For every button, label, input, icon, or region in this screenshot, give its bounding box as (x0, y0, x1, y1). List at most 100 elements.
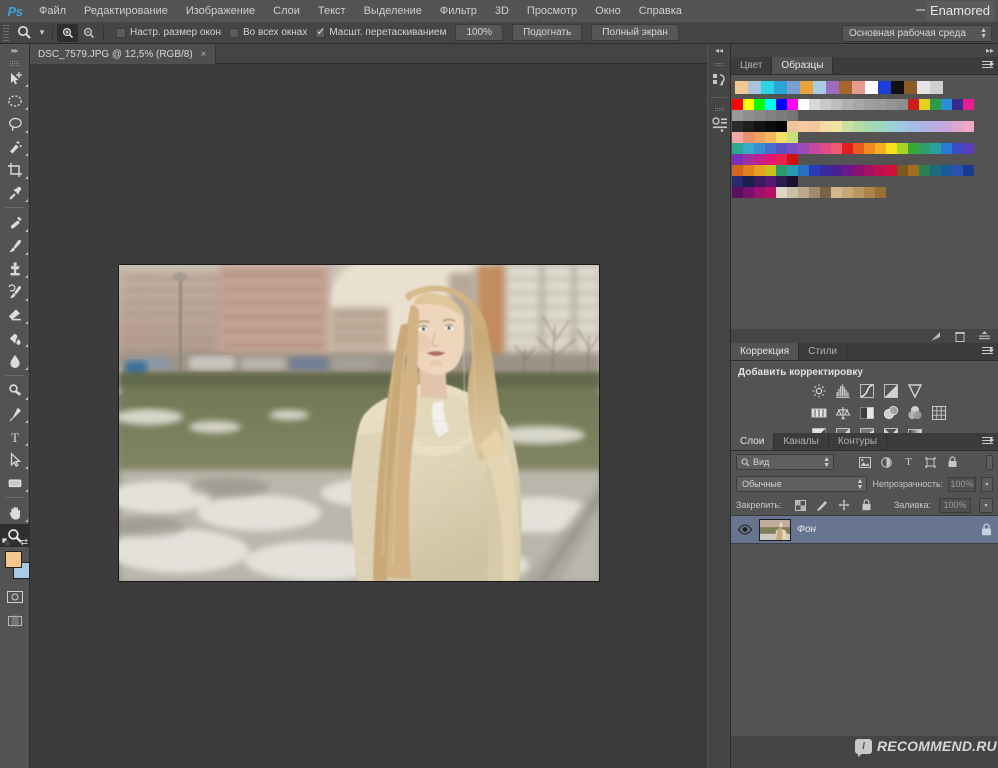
properties-panel-icon[interactable] (708, 112, 731, 138)
swatch[interactable] (765, 165, 776, 176)
swatch[interactable] (886, 143, 897, 154)
swatch[interactable] (787, 165, 798, 176)
type-layer-icon[interactable]: T (902, 455, 915, 469)
gradient-tool[interactable] (0, 326, 30, 349)
tool-flyout-triangle-icon[interactable] (25, 321, 28, 324)
tools-collapse-button[interactable]: ▸▸ (0, 44, 29, 56)
swatch[interactable] (886, 121, 897, 132)
swatch[interactable] (754, 176, 765, 187)
swatch[interactable] (732, 176, 743, 187)
default-colors-icon[interactable] (2, 538, 11, 547)
swatch[interactable] (743, 121, 754, 132)
swatch[interactable] (930, 165, 941, 176)
document-image[interactable] (118, 264, 600, 582)
tool-flyout-triangle-icon[interactable] (25, 199, 28, 202)
swatch[interactable] (754, 187, 765, 198)
canvas-area[interactable] (30, 64, 707, 768)
menu-item-изображение[interactable]: Изображение (177, 0, 264, 22)
menu-item-3d[interactable]: 3D (486, 0, 518, 22)
swatch[interactable] (776, 154, 787, 165)
photo-filter-icon[interactable] (881, 404, 901, 422)
recent-swatch[interactable] (839, 81, 852, 94)
brightness-contrast-icon[interactable] (809, 382, 829, 400)
swatch[interactable] (919, 165, 930, 176)
swatch[interactable] (831, 99, 842, 110)
menu-item-текст[interactable]: Текст (309, 0, 355, 22)
swatch[interactable] (732, 187, 743, 198)
swatch[interactable] (820, 143, 831, 154)
swatch[interactable] (842, 143, 853, 154)
swatch[interactable] (831, 187, 842, 198)
recent-swatch[interactable] (735, 81, 748, 94)
blend-mode-dropdown[interactable]: Обычные ▲ ▼ (736, 476, 868, 492)
smart-object-icon[interactable] (946, 455, 959, 469)
brush-tool[interactable] (0, 234, 30, 257)
tool-flyout-triangle-icon[interactable] (25, 229, 28, 232)
swatch[interactable] (776, 165, 787, 176)
tool-flyout-triangle-icon[interactable] (25, 84, 28, 87)
option-button-0[interactable]: 100% (455, 24, 504, 41)
swatch[interactable] (776, 99, 787, 110)
document-tab[interactable]: DSC_7579.JPG @ 12,5% (RGB/8) × (30, 44, 216, 64)
swatch[interactable] (930, 121, 941, 132)
swatch[interactable] (754, 99, 765, 110)
swatch[interactable] (754, 132, 765, 143)
fill-stepper[interactable]: ▾ (979, 497, 993, 513)
swatch[interactable] (743, 165, 754, 176)
tool-flyout-triangle-icon[interactable] (25, 367, 28, 370)
lasso-tool[interactable] (0, 112, 30, 135)
new-adjustment-icon[interactable] (930, 331, 941, 342)
swatch[interactable] (908, 165, 919, 176)
pixel-layer-icon[interactable] (858, 455, 871, 469)
swatch[interactable] (831, 143, 842, 154)
tool-flyout-triangle-icon[interactable] (25, 176, 28, 179)
levels-icon[interactable] (833, 382, 853, 400)
foreground-color-swatch[interactable] (5, 551, 22, 568)
recent-swatch[interactable] (813, 81, 826, 94)
tab-контуры[interactable]: Контуры (828, 433, 888, 450)
swatch[interactable] (897, 99, 908, 110)
tab-образцы[interactable]: Образцы (772, 57, 834, 74)
swatch[interactable] (809, 143, 820, 154)
swatch[interactable] (743, 110, 754, 121)
swatch[interactable] (952, 99, 963, 110)
swatch[interactable] (853, 187, 864, 198)
dodge-tool[interactable] (0, 379, 30, 402)
recent-swatch[interactable] (904, 81, 917, 94)
tools-gripper[interactable] (0, 56, 29, 66)
quick-mask-icon[interactable] (0, 587, 30, 607)
swatch[interactable] (732, 99, 743, 110)
dock-gripper[interactable] (708, 60, 730, 67)
crop-tool[interactable] (0, 158, 30, 181)
swatch[interactable] (897, 143, 908, 154)
swatch[interactable] (831, 121, 842, 132)
swatch[interactable] (897, 121, 908, 132)
swatch[interactable] (798, 121, 809, 132)
swatch[interactable] (743, 187, 754, 198)
layer-filter-dropdown[interactable]: Вид ▲ ▼ (736, 454, 834, 470)
swatch[interactable] (765, 110, 776, 121)
tab-стили[interactable]: Стили (799, 343, 847, 360)
swatch[interactable] (776, 176, 787, 187)
tool-flyout-triangle-icon[interactable] (25, 275, 28, 278)
pen-tool[interactable] (0, 402, 30, 425)
dock-gripper[interactable] (708, 105, 730, 112)
swatch[interactable] (864, 99, 875, 110)
marquee-tool[interactable] (0, 89, 30, 112)
swatch[interactable] (864, 121, 875, 132)
swatch[interactable] (842, 187, 853, 198)
swatch[interactable] (941, 143, 952, 154)
swatch[interactable] (743, 154, 754, 165)
tool-flyout-triangle-icon[interactable] (25, 489, 28, 492)
healing-brush-tool[interactable] (0, 211, 30, 234)
swatch[interactable] (930, 143, 941, 154)
swatch[interactable] (776, 110, 787, 121)
option-checkbox-1[interactable]: Во всех окнах (229, 27, 307, 38)
swatch[interactable] (776, 132, 787, 143)
swatch[interactable] (765, 143, 776, 154)
swatch[interactable] (732, 132, 743, 143)
fill-value[interactable]: 100% (939, 497, 971, 513)
menu-item-фильтр[interactable]: Фильтр (431, 0, 486, 22)
recent-swatch[interactable] (761, 81, 774, 94)
menu-item-файл[interactable]: Файл (30, 0, 75, 22)
